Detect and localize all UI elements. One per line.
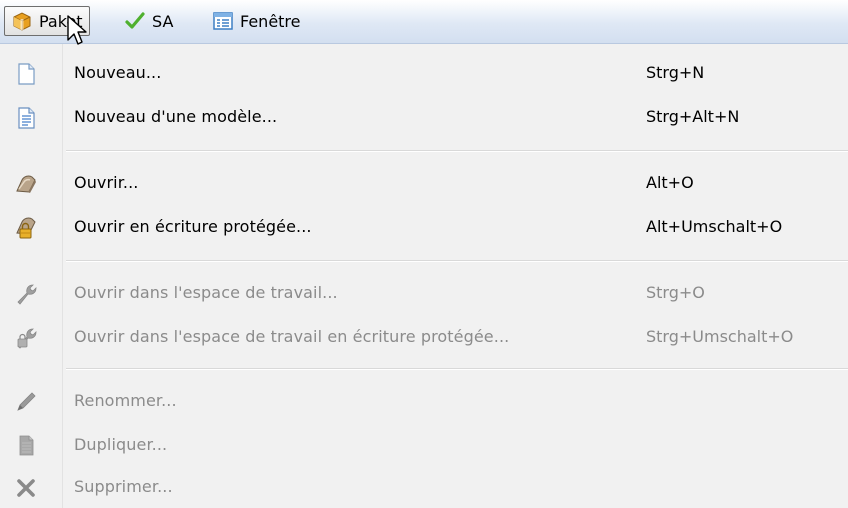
menu-item-shortcut: Strg+Umschalt+O: [646, 327, 794, 346]
menu-item-label: Ouvrir dans l'espace de travail en écrit…: [74, 327, 510, 346]
menu-fenetre[interactable]: Fenêtre: [206, 6, 307, 36]
menu-item-label: Renommer...: [74, 391, 177, 410]
menu-item-label: Ouvrir dans l'espace de travail...: [74, 283, 338, 302]
menu-item-label: Ouvrir...: [74, 173, 139, 192]
menu-sa-label: SA: [152, 11, 174, 31]
menu-fenetre-label: Fenêtre: [240, 11, 301, 31]
pencil-icon: [17, 392, 36, 411]
template-document-icon: [18, 107, 35, 129]
menu-separator: [66, 260, 848, 262]
menu-item-ouvrir[interactable]: Ouvrir... Alt+O: [0, 164, 848, 204]
menu-item-label: Nouveau d'une modèle...: [74, 107, 278, 126]
menu-item-label: Supprimer...: [74, 477, 173, 496]
window-icon: [213, 12, 233, 30]
wrench-icon: [17, 284, 37, 305]
menu-item-label: Nouveau...: [74, 63, 162, 82]
menu-item-ouvrir-protege[interactable]: Ouvrir en écriture protégée... Alt+Umsch…: [0, 208, 848, 248]
paket-dropdown-menu: Nouveau... Strg+N Nouveau d'une modèle..…: [0, 44, 848, 508]
package-icon: [13, 12, 31, 31]
menu-sa[interactable]: SA: [118, 6, 179, 36]
menu-item-nouveau[interactable]: Nouveau... Strg+N: [0, 54, 848, 94]
menu-separator: [66, 150, 848, 152]
open-icon: [16, 175, 36, 193]
menu-item-nouveau-modele[interactable]: Nouveau d'une modèle... Strg+Alt+N: [0, 98, 848, 138]
new-document-icon: [18, 63, 35, 85]
menu-item-ouvrir-espace-travail[interactable]: Ouvrir dans l'espace de travail... Strg+…: [0, 274, 848, 314]
menu-item-shortcut: Alt+O: [646, 173, 694, 192]
menu-bar: Paket SA Fenêtre: [0, 0, 848, 44]
duplicate-icon: [19, 435, 34, 456]
menu-item-shortcut: Strg+N: [646, 63, 705, 82]
menu-item-shortcut: Strg+O: [646, 283, 705, 302]
open-locked-icon: [16, 217, 36, 239]
checkmark-icon: [125, 12, 145, 29]
delete-icon: [17, 479, 35, 497]
menu-item-ouvrir-espace-travail-protege[interactable]: Ouvrir dans l'espace de travail en écrit…: [0, 318, 848, 358]
mouse-cursor-icon: [67, 15, 87, 45]
menu-item-dupliquer[interactable]: Dupliquer...: [0, 426, 848, 466]
menu-item-shortcut: Strg+Alt+N: [646, 107, 740, 126]
menu-item-supprimer[interactable]: Supprimer...: [0, 468, 848, 508]
menu-item-label: Dupliquer...: [74, 435, 168, 454]
menu-item-label: Ouvrir en écriture protégée...: [74, 217, 312, 236]
menu-item-renommer[interactable]: Renommer...: [0, 382, 848, 422]
wrench-locked-icon: [17, 328, 37, 349]
menu-separator: [66, 368, 848, 370]
menu-item-shortcut: Alt+Umschalt+O: [646, 217, 783, 236]
